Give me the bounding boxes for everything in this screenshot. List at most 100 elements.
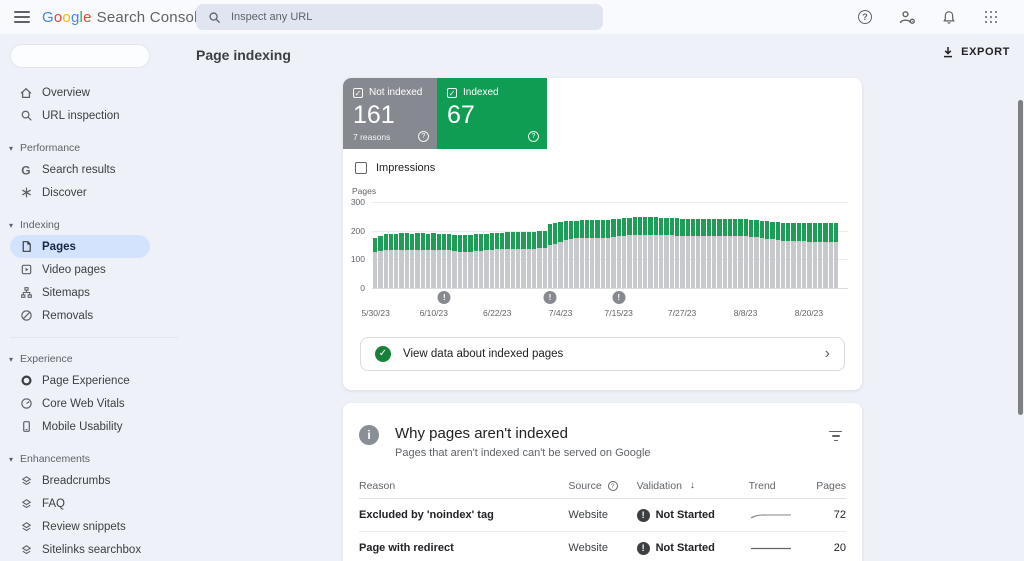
chart-bar[interactable] [812,202,817,288]
chart-bar[interactable] [833,202,839,288]
chart-annotation-marker[interactable]: ! [543,291,557,304]
chart-bar[interactable] [425,202,431,288]
chart-bar[interactable] [473,202,478,288]
chart-bar[interactable] [526,202,531,288]
chart-bar[interactable] [505,202,510,288]
chart-bar[interactable] [733,202,738,288]
url-inspect-search-input[interactable]: Inspect any URL [196,4,603,30]
sidebar-item-removals[interactable]: Removals [10,304,150,327]
export-button[interactable]: EXPORT [942,46,1010,58]
sidebar-item-faq[interactable]: FAQ [10,492,150,515]
chart-bar[interactable] [394,202,399,288]
chart-bar[interactable] [537,202,542,288]
chart-bar[interactable] [494,202,500,288]
chart-bar[interactable] [431,202,436,288]
chart-bar[interactable] [468,202,473,288]
chart-bar[interactable] [611,202,616,288]
chart-bar[interactable] [764,202,770,288]
column-header-trend[interactable]: Trend [749,480,812,492]
chart-bar[interactable] [383,202,388,288]
chart-bar[interactable] [516,202,521,288]
chart-bar[interactable] [727,202,733,288]
sidebar-item-review-snippets[interactable]: Review snippets [10,515,150,538]
chart-bar[interactable] [388,202,394,288]
chart-bar[interactable] [579,202,584,288]
chart-bar[interactable] [796,202,802,288]
column-header-pages[interactable]: Pages [812,480,846,492]
chart-bar[interactable] [674,202,680,288]
chart-bar[interactable] [817,202,823,288]
chart-bar[interactable] [595,202,600,288]
sidebar-item-breadcrumbs[interactable]: Breadcrumbs [10,469,150,492]
vertical-scrollbar[interactable] [1018,100,1023,415]
impressions-toggle[interactable]: Impressions [355,162,862,174]
sidebar-section-experience[interactable]: ▾ Experience [0,349,196,369]
chart-bar[interactable] [743,202,749,288]
chart-bar[interactable] [807,202,812,288]
chart-bar[interactable] [653,202,659,288]
sidebar-item-pages[interactable]: Pages [10,235,150,258]
chart-bar[interactable] [558,202,563,288]
chart-bar[interactable] [706,202,711,288]
chart-bar[interactable] [717,202,722,288]
chart-bar[interactable] [563,202,568,288]
sidebar-section-enhancements[interactable]: ▾ Enhancements [0,449,196,469]
sidebar-item-sitelinks-searchbox[interactable]: Sitelinks searchbox [10,538,150,561]
chart-bar[interactable] [457,202,463,288]
chart-bar[interactable] [478,202,484,288]
chart-bar[interactable] [441,202,447,288]
chart-bar[interactable] [780,202,786,288]
chart-bar[interactable] [786,202,791,288]
chart-bar[interactable] [738,202,743,288]
chart-bar[interactable] [404,202,410,288]
sidebar-item-discover[interactable]: Discover [10,181,150,204]
chart-bar[interactable] [802,202,807,288]
chart-bar[interactable] [584,202,590,288]
menu-icon[interactable] [14,11,30,23]
chart-bar[interactable] [447,202,452,288]
table-row[interactable]: Excluded by 'noindex' tag Website ! Not … [359,499,846,532]
sidebar-item-url-inspection[interactable]: URL inspection [10,104,150,127]
chart-bar[interactable] [616,202,621,288]
chart-annotation-marker[interactable]: ! [437,291,451,304]
notifications-bell-icon[interactable] [940,8,958,26]
chart-bar[interactable] [632,202,637,288]
chart-bar[interactable] [685,202,690,288]
chart-bar[interactable] [568,202,574,288]
chart-bar[interactable] [648,202,653,288]
filter-icon[interactable] [829,431,842,441]
account-settings-icon[interactable] [898,8,916,26]
column-header-validation[interactable]: Validation ↓ [637,480,749,492]
chart-bar[interactable] [489,202,494,288]
chart-bar[interactable] [664,202,669,288]
table-row[interactable]: Page with redirect Website ! Not Started… [359,532,846,561]
chart-bar[interactable] [828,202,833,288]
app-logo[interactable]: Google Search Console [42,9,206,26]
chart-bar[interactable] [574,202,579,288]
chart-bar[interactable] [547,202,553,288]
help-icon[interactable]: ? [856,8,874,26]
chart-bar[interactable] [722,202,727,288]
chart-bar[interactable] [510,202,516,288]
sidebar-item-sitemaps[interactable]: Sitemaps [10,281,150,304]
sidebar-item-page-experience[interactable]: Page Experience [10,369,150,392]
chart-bar[interactable] [378,202,383,288]
chart-bar[interactable] [754,202,759,288]
chart-bar[interactable] [410,202,415,288]
column-header-reason[interactable]: Reason [359,480,568,492]
chart-bar[interactable] [436,202,441,288]
chart-bar[interactable] [542,202,547,288]
chart-bar[interactable] [712,202,717,288]
sidebar-item-mobile-usability[interactable]: Mobile Usability [10,415,150,438]
chart-annotation-marker[interactable]: ! [612,291,626,304]
sidebar-item-overview[interactable]: Overview [10,81,150,104]
chart-bar[interactable] [463,202,468,288]
property-selector[interactable] [10,44,150,68]
chart-bar[interactable] [553,202,558,288]
chart-bar[interactable] [420,202,425,288]
sidebar-item-video-pages[interactable]: Video pages [10,258,150,281]
chart-bar[interactable] [484,202,489,288]
chart-bar[interactable] [373,202,378,288]
chart-bar[interactable] [643,202,648,288]
chart-bar[interactable] [452,202,457,288]
